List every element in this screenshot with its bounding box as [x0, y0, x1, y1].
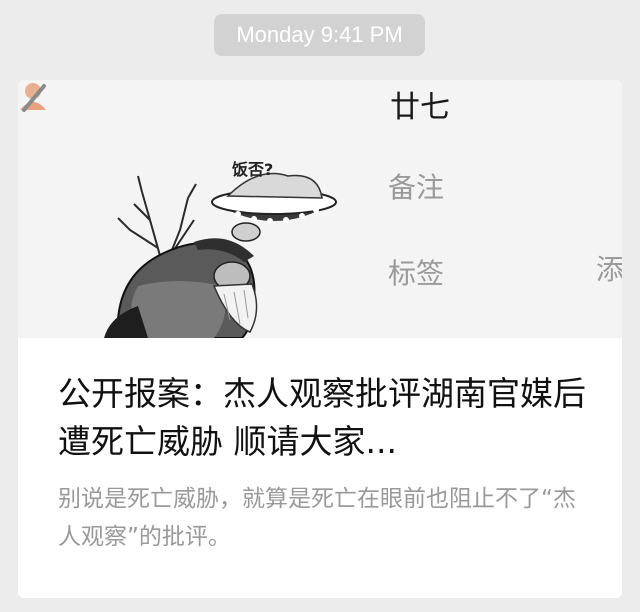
add-label: 添 [596, 253, 622, 286]
profile-name: 廿七 [390, 90, 450, 125]
article-title[interactable]: 公开报案：杰人观察批评湖南官媒后遭死亡威胁 顺请大家... [58, 370, 588, 466]
cover-image: 饭否? 廿七 备注 标签 添 [18, 80, 622, 338]
pencil-icon [22, 84, 46, 112]
bowl-caption: 饭否? [232, 160, 274, 179]
article-summary: 别说是死亡威胁，就算是死亡在眼前也阻止不了“杰人观察”的批评。 [58, 486, 576, 550]
message-timestamp: Monday 9:41 PM [214, 14, 425, 56]
cartoon-illustration [104, 172, 337, 338]
tags-label: 标签 [388, 257, 445, 290]
article-card[interactable]: 饭否? 廿七 备注 标签 添 公开报案：杰人观察批评湖南官媒后遭死亡威胁 顺请大… [18, 80, 622, 598]
remark-label: 备注 [388, 171, 445, 204]
